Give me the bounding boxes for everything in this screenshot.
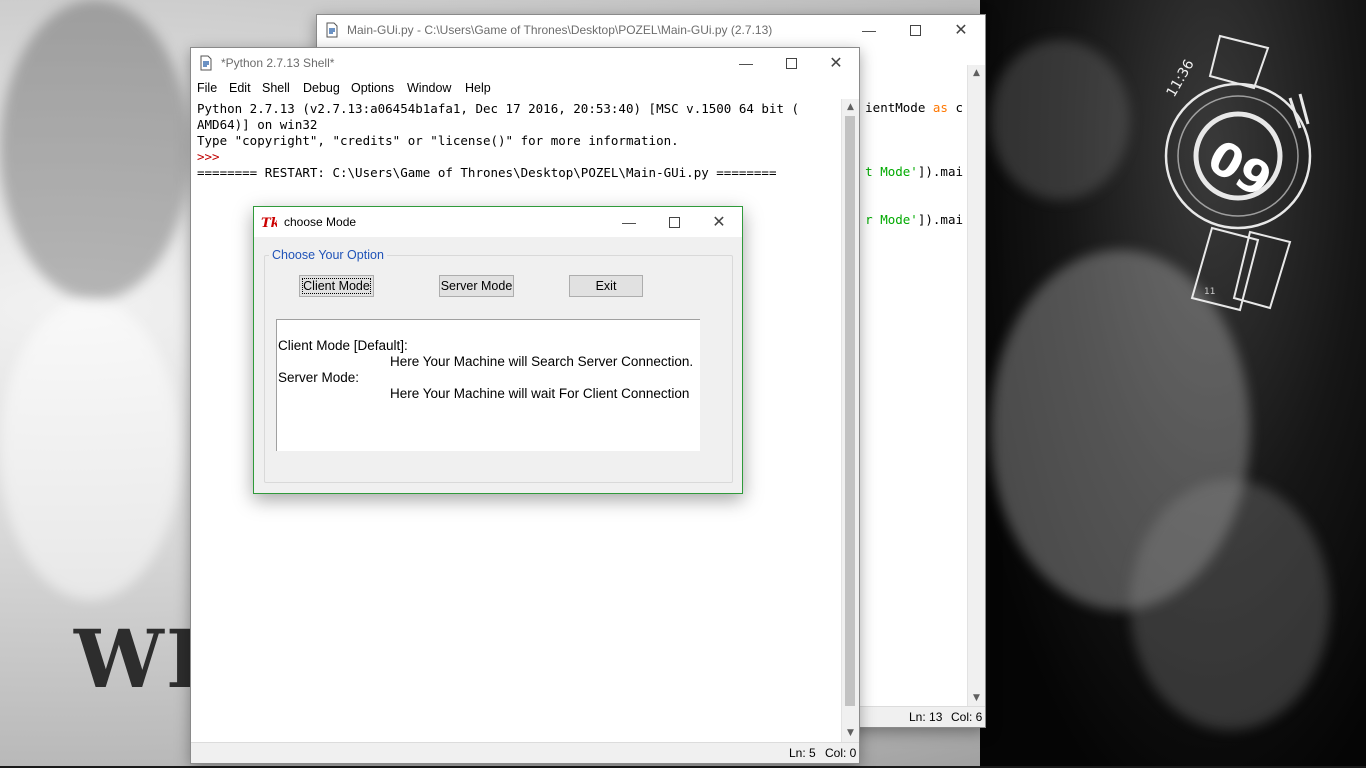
clock-number: 09 bbox=[1199, 129, 1281, 208]
shell-close-button[interactable]: ✕ bbox=[813, 48, 859, 78]
text-line: Here Your Machine will wait For Client C… bbox=[390, 386, 690, 401]
scroll-up-arrow-icon[interactable]: ▲ bbox=[842, 99, 859, 116]
menu-window[interactable]: Window bbox=[407, 81, 451, 95]
shell-title: *Python 2.7.13 Shell* bbox=[221, 56, 335, 70]
clock-time: 11:36 bbox=[1164, 57, 1198, 100]
shell-line: Python 2.7.13 (v2.7.13:a06454b1afa1, Dec… bbox=[197, 101, 800, 116]
shell-scrollbar[interactable]: ▲ ▼ bbox=[841, 99, 859, 742]
svg-text:Tk: Tk bbox=[261, 216, 277, 230]
shell-titlebar[interactable]: *Python 2.7.13 Shell* — ✕ bbox=[191, 48, 859, 78]
text-line: Server Mode: bbox=[278, 370, 360, 385]
text-line: Client Mode [Default]: bbox=[278, 338, 408, 353]
menu-shell[interactable]: Shell bbox=[262, 81, 290, 95]
editor-title: Main-GUi.py - C:\Users\Game of Thrones\D… bbox=[347, 23, 773, 37]
menu-debug[interactable]: Debug bbox=[303, 81, 340, 95]
close-icon: ✕ bbox=[712, 214, 726, 231]
scroll-down-arrow-icon[interactable]: ▼ bbox=[968, 690, 985, 707]
shell-line: AMD64)] on win32 bbox=[197, 117, 318, 132]
minimize-icon: — bbox=[862, 22, 876, 38]
minimize-icon: — bbox=[622, 214, 636, 230]
editor-code-line: r Mode']).mai bbox=[865, 212, 963, 227]
shell-minimize-button[interactable]: — bbox=[723, 48, 769, 78]
client-mode-button[interactable]: Client Mode bbox=[299, 275, 374, 297]
editor-line-number: Ln: 13 bbox=[909, 710, 943, 724]
wallpaper-smoke bbox=[0, 300, 180, 600]
editor-col-number: Col: 6 bbox=[951, 710, 983, 724]
shell-line-number: Ln: 5 bbox=[789, 746, 816, 760]
shell-menubar: File Edit Shell Debug Options Window Hel… bbox=[191, 78, 859, 98]
dialog-maximize-button[interactable] bbox=[651, 207, 697, 237]
wallpaper-title-text: WI bbox=[74, 612, 206, 706]
maximize-icon bbox=[909, 24, 921, 36]
close-icon: ✕ bbox=[829, 55, 843, 72]
menu-edit[interactable]: Edit bbox=[229, 81, 251, 95]
close-icon: ✕ bbox=[954, 22, 968, 39]
menu-file[interactable]: File bbox=[197, 81, 217, 95]
wallpaper-smoke bbox=[0, 0, 190, 300]
scroll-thumb[interactable] bbox=[845, 116, 855, 706]
shell-prompt: >>> bbox=[197, 149, 228, 164]
maximize-icon bbox=[668, 216, 680, 228]
dialog-close-button[interactable]: ✕ bbox=[696, 207, 742, 237]
editor-code-line: t Mode']).mai bbox=[865, 164, 963, 179]
editor-minimize-button[interactable]: — bbox=[846, 15, 892, 45]
shell-maximize-button[interactable] bbox=[768, 48, 814, 78]
menu-options[interactable]: Options bbox=[351, 81, 394, 95]
python-file-icon bbox=[326, 22, 338, 38]
shell-statusbar: Ln: 5 Col: 0 bbox=[191, 742, 859, 763]
shell-col-number: Col: 0 bbox=[825, 746, 857, 760]
group-label: Choose Your Option bbox=[269, 248, 387, 262]
editor-scrollbar[interactable]: ▲ ▼ bbox=[967, 65, 985, 707]
editor-titlebar[interactable]: Main-GUi.py - C:\Users\Game of Thrones\D… bbox=[317, 15, 985, 45]
scroll-down-arrow-icon[interactable]: ▼ bbox=[842, 725, 859, 742]
shell-line: ======== RESTART: C:\Users\Game of Thron… bbox=[197, 165, 777, 180]
editor-code-line: ientMode as c bbox=[865, 100, 963, 115]
maximize-icon bbox=[785, 57, 797, 69]
server-mode-button[interactable]: Server Mode bbox=[439, 275, 514, 297]
menu-help[interactable]: Help bbox=[465, 81, 491, 95]
clock-widget: 11:36 09 11 bbox=[1164, 34, 1312, 312]
dialog-title: choose Mode bbox=[284, 215, 357, 229]
dialog-minimize-button[interactable]: — bbox=[606, 207, 652, 237]
scroll-up-arrow-icon[interactable]: ▲ bbox=[968, 65, 985, 82]
exit-button[interactable]: Exit bbox=[569, 275, 643, 297]
wallpaper-smoke bbox=[990, 40, 1130, 200]
editor-maximize-button[interactable] bbox=[892, 15, 938, 45]
shell-line: Type "copyright", "credits" or "license(… bbox=[197, 133, 679, 148]
minimize-icon: — bbox=[739, 55, 753, 71]
wallpaper-smoke bbox=[1130, 480, 1330, 730]
tk-feather-icon: Tk bbox=[261, 216, 277, 230]
mode-description-text[interactable]: Client Mode [Default]: Here Your Machine… bbox=[276, 319, 700, 451]
clock-small-label: 11 bbox=[1204, 287, 1215, 297]
text-line: Here Your Machine will Search Server Con… bbox=[390, 354, 694, 369]
python-file-icon bbox=[200, 55, 212, 71]
editor-close-button[interactable]: ✕ bbox=[938, 15, 984, 45]
choose-mode-dialog[interactable]: Tk choose Mode — ✕ Choose Your Option Cl… bbox=[253, 206, 743, 494]
dialog-titlebar[interactable]: Tk choose Mode — ✕ bbox=[254, 207, 742, 237]
